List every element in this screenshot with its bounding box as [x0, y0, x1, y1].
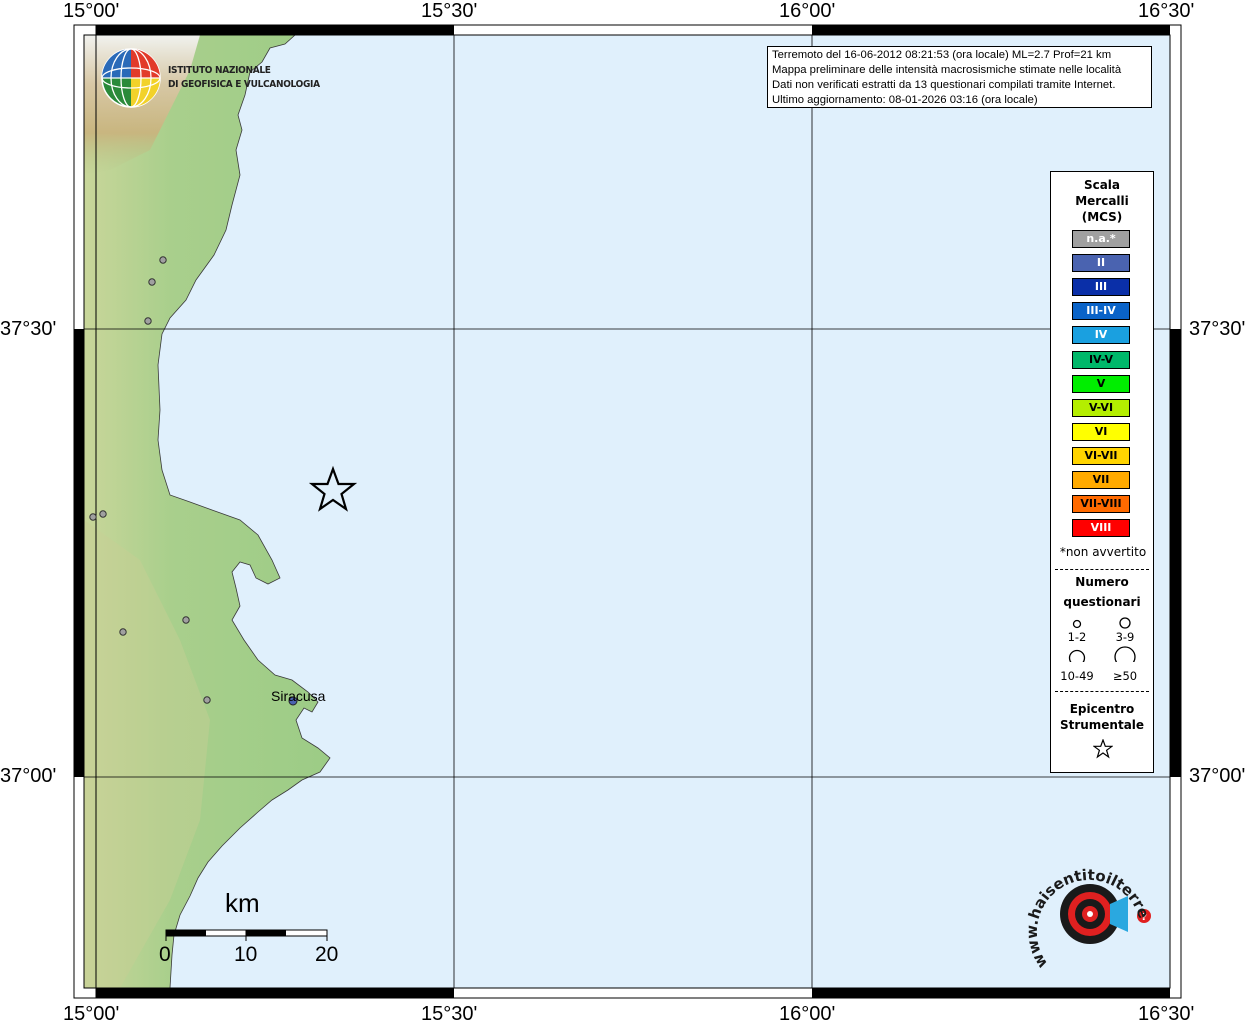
legend-divider [1055, 691, 1149, 692]
questionnaire-title: Numero [1075, 575, 1129, 589]
lon-label-bottom: 15°00' [63, 1003, 120, 1025]
legend-title: Scala [1083, 178, 1121, 192]
event-info-line: Mappa preliminare delle intensità macros… [772, 64, 1122, 76]
lat-label-right: 37°00' [1189, 765, 1246, 787]
legend-swatch: VII [1072, 471, 1130, 489]
legend-swatch: IV-V [1072, 350, 1130, 369]
legend-swatch: VI-VII [1072, 446, 1130, 465]
legend-swatch: III [1072, 278, 1130, 297]
locality-circle [89, 513, 97, 521]
lat-label-right: 37°30' [1189, 318, 1246, 340]
event-info-line: Ultimo aggiornamento: 08-01-2026 03:16 (… [772, 94, 1038, 106]
legend-swatch: V-VI [1072, 398, 1130, 417]
epicenter-star-icon [1093, 739, 1113, 759]
epicenter-title: Strumentale [1059, 718, 1145, 732]
legend-swatch: VII-VIII [1072, 495, 1130, 514]
sea-area [84, 35, 1170, 988]
legend-swatch: n.a.* [1072, 230, 1130, 248]
locality-circle [148, 278, 156, 286]
event-info-box: Terremoto del 16-06-2012 08:21:53 (ora l… [767, 46, 1152, 108]
legend-divider [1055, 569, 1149, 570]
lon-label-bottom: 16°30' [1138, 1003, 1195, 1025]
legend-swatch: VI [1072, 422, 1130, 441]
scale-unit-label: km [225, 888, 260, 918]
legend-swatch: VIII [1072, 519, 1130, 538]
lon-label-top: 16°30' [1138, 0, 1195, 22]
legend-swatch: II [1072, 254, 1130, 273]
ingv-name-line1: ISTITUTO NAZIONALE [168, 65, 271, 76]
lon-label-top: 15°00' [63, 0, 120, 22]
ingv-name-line2: DI GEOFISICA E VULCANOLOGIA [168, 79, 320, 90]
place-label-siracusa: Siracusa [271, 688, 326, 704]
locality-circle [159, 256, 167, 264]
lon-label-top: 15°30' [421, 0, 478, 22]
lon-label-top: 16°00' [779, 0, 836, 22]
event-info-line: Terremoto del 16-06-2012 08:21:53 (ora l… [772, 49, 1112, 61]
questionnaire-class-label: 1-2 [1067, 630, 1087, 644]
locality-circle [203, 696, 211, 704]
locality-circle [119, 628, 127, 636]
ingv-globe-logo [101, 48, 161, 108]
scale-tick-label: 20 [315, 943, 339, 966]
epicenter-title: Epicentro [1069, 702, 1135, 716]
questionnaire-class-label: ≥50 [1112, 669, 1138, 683]
locality-circle [182, 616, 190, 624]
lon-label-bottom: 15°30' [421, 1003, 478, 1025]
event-info-line: Dati non verificati estratti da 13 quest… [772, 79, 1116, 91]
legend-title: Mercalli [1075, 194, 1129, 208]
haisentito-logo: ? www.haisentitoilterremoto.it [1020, 852, 1153, 971]
legend-swatch: III-IV [1072, 302, 1130, 321]
questionnaire-class-label: 10-49 [1060, 669, 1094, 683]
scale-tick-label: 0 [159, 943, 171, 966]
lat-label-left: 37°00' [0, 765, 57, 787]
lon-label-bottom: 16°00' [779, 1003, 836, 1025]
lat-label-left: 37°30' [0, 318, 57, 340]
legend-swatch: V [1072, 374, 1130, 393]
locality-circle [144, 317, 152, 325]
legend-title: (MCS) [1081, 210, 1123, 224]
questionnaire-title: questionari [1063, 595, 1141, 609]
legend-swatch: IV [1072, 326, 1130, 345]
mcs-legend: Scala Mercalli (MCS) n.a.* II III III-IV IV I… [1050, 171, 1154, 773]
scale-tick-label: 10 [234, 943, 258, 966]
questionnaire-class-label: 3-9 [1115, 630, 1135, 644]
locality-circle [99, 510, 107, 518]
legend-note: *non avvertito [1059, 545, 1147, 559]
